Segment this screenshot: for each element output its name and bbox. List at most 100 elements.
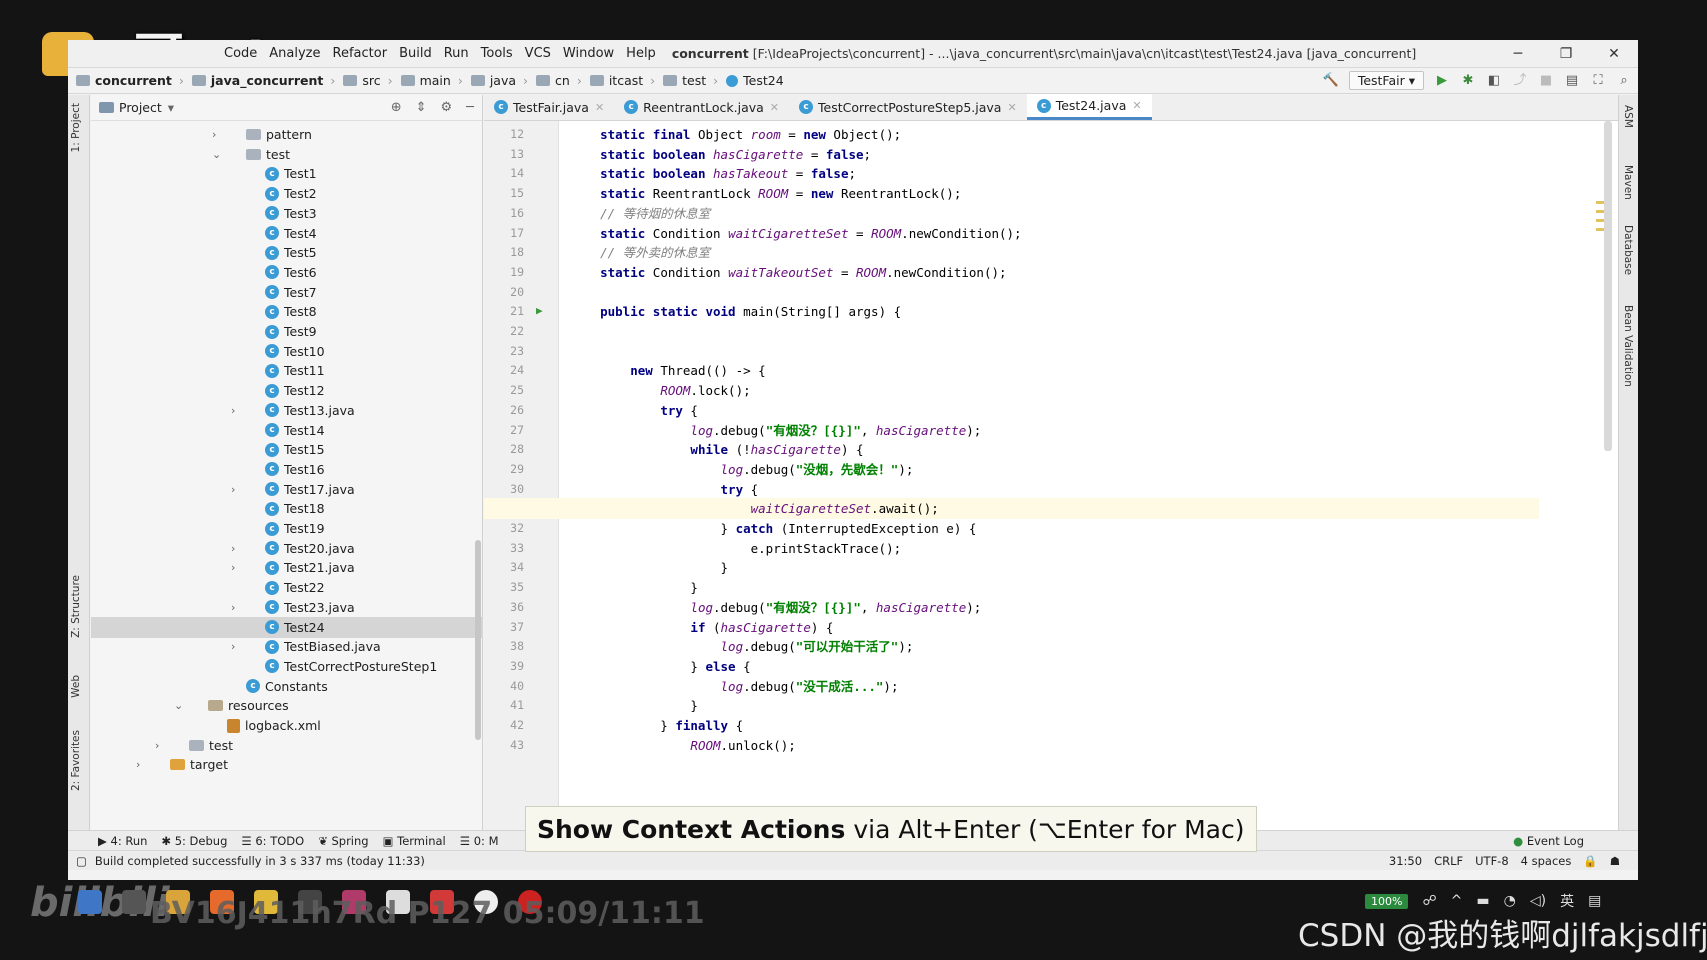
tree-item[interactable]: c Test4 [91,223,483,244]
gear-icon[interactable]: ⚙ [441,100,453,115]
tool-terminal-button[interactable]: ▣ Terminal [383,834,446,848]
code-line[interactable]: log.debug("有烟没？[{}]", hasCigarette); [484,597,1539,618]
breadcrumb-item[interactable]: itcast › [589,73,655,88]
close-tab-icon[interactable]: ✕ [1132,99,1141,112]
chevron-right-icon[interactable]: › [231,640,235,653]
menu-help[interactable]: Help [620,46,662,61]
code-line[interactable]: static ReentrantLock ROOM = new Reentran… [484,183,1539,204]
project-scrollbar[interactable] [475,540,481,740]
tool-messages-button[interactable]: ☰ 0: M [460,834,499,848]
hide-icon[interactable]: ─ [466,100,474,115]
tree-item[interactable]: c Test9 [91,321,483,342]
chevron-right-icon[interactable]: › [231,483,235,496]
code-line[interactable]: } [484,557,1539,578]
code-line[interactable]: ROOM.unlock(); [484,735,1539,756]
close-tab-icon[interactable]: ✕ [595,101,604,114]
notification-center-icon[interactable]: ▤ [1588,893,1601,909]
tool-debug-button[interactable]: ✱ 5: Debug [161,834,227,848]
tree-item[interactable]: c Test22 [91,577,483,598]
project-structure-icon[interactable]: ▤ [1564,73,1580,89]
people-icon[interactable]: ☍ [1422,893,1436,909]
tree-item[interactable]: c Test18 [91,498,483,519]
code-line[interactable]: log.debug("没烟，先歇会！"); [484,459,1539,480]
tree-item[interactable]: c Test1 [91,163,483,184]
code-line[interactable]: log.debug("有烟没？[{}]", hasCigarette); [484,420,1539,441]
editor-tab[interactable]: c TestCorrectPostureStep5.java ✕ [789,94,1027,120]
editor-scrollbar[interactable] [1604,121,1612,451]
code-area[interactable]: 12 13 14 15 16 17 18 19 20 21 ▶ 22 23 24 25 26 27 28 29 30 3… [484,121,1618,830]
indent-setting[interactable]: 4 spaces [1521,854,1572,868]
collapse-all-icon[interactable]: ⇕ [416,100,427,115]
code-line[interactable]: } catch (InterruptedException e) { [484,518,1539,539]
code-line[interactable]: } [484,695,1539,716]
battery-indicator[interactable]: 100% [1365,893,1409,909]
code-line[interactable]: ROOM.lock(); [484,380,1539,401]
chevron-down-icon[interactable]: ⌄ [174,699,183,712]
chevron-right-icon[interactable]: › [136,758,140,771]
tool-project-label[interactable]: 1: Project [70,103,82,152]
tool-todo-button[interactable]: ☰ 6: TODO [241,834,304,848]
breadcrumb-item[interactable]: cn › [536,73,582,88]
breadcrumb-item[interactable]: src › [343,73,393,88]
tree-item[interactable]: c Test7 [91,282,483,303]
code-line[interactable]: log.debug("可以开始干活了"); [484,636,1539,657]
tree-item[interactable]: c Constants [91,676,483,697]
tool-structure-label[interactable]: Z: Structure [70,575,82,638]
tree-item[interactable]: › c Test17.java [91,479,483,500]
caret-position[interactable]: 31:50 [1389,854,1422,868]
close-button[interactable]: ✕ [1590,40,1638,68]
tool-spring-button[interactable]: ❦ Spring [318,834,368,848]
fullscreen-icon[interactable]: ⛶ [1590,73,1606,89]
tree-item[interactable]: c TestCorrectPostureStep1 [91,656,483,677]
code-line[interactable]: log.debug("没干成活..."); [484,676,1539,697]
line-separator[interactable]: CRLF [1434,854,1463,868]
code-line[interactable]: static final Object room = new Object(); [484,124,1539,145]
run-config-select[interactable]: TestFair ▾ [1348,71,1424,90]
chevron-right-icon[interactable]: › [231,561,235,574]
tree-item[interactable]: c Test11 [91,360,483,381]
tree-item[interactable]: c Test2 [91,183,483,204]
file-encoding[interactable]: UTF-8 [1475,854,1509,868]
tree-item[interactable]: ⌄ test [91,144,483,165]
volume-icon[interactable]: ◁) [1530,893,1546,909]
code-line[interactable]: // 等外卖的休息室 [484,242,1539,263]
breadcrumb-item[interactable]: concurrent › [76,73,184,88]
network-icon[interactable]: ▬ [1476,893,1489,909]
tree-item[interactable]: › c TestBiased.java [91,636,483,657]
ime-indicator[interactable]: 英 [1560,891,1574,911]
code-line[interactable]: new Thread(() -> { [484,360,1539,381]
code-line[interactable]: } [484,577,1539,598]
chevron-down-icon[interactable]: ▾ [168,100,174,115]
chevron-up-icon[interactable]: ^ [1451,893,1463,909]
search-icon[interactable]: ⌕ [1616,73,1632,89]
chevron-right-icon[interactable]: › [212,128,216,141]
task-view-icon[interactable] [122,890,146,914]
windows-start-icon[interactable] [78,890,102,914]
code-line[interactable]: static Condition waitTakeoutSet = ROOM.n… [484,262,1539,283]
editor-tab[interactable]: c TestFair.java ✕ [484,94,614,120]
tree-item[interactable]: › target [91,754,483,775]
tree-item[interactable]: c Test6 [91,262,483,283]
run-icon[interactable]: ▶ [1434,73,1450,89]
coverage-icon[interactable]: ◧ [1486,73,1502,89]
tree-item[interactable]: c Test8 [91,301,483,322]
minimize-button[interactable]: ─ [1494,40,1542,68]
menu-run[interactable]: Run [438,46,475,61]
tree-item[interactable]: c Test12 [91,380,483,401]
tool-bean-validation-label[interactable]: Bean Validation [1622,305,1634,387]
code-line[interactable]: static boolean hasCigarette = false; [484,144,1539,165]
chevron-right-icon[interactable]: › [231,601,235,614]
breadcrumb-item[interactable]: java › [470,73,528,88]
tree-item[interactable]: c Test3 [91,203,483,224]
project-panel-title[interactable]: Project [119,100,162,115]
tree-item[interactable]: ⌄ resources [91,695,483,716]
code-line[interactable] [484,321,1539,342]
debug-icon[interactable]: ✱ [1460,73,1476,89]
editor-tab[interactable]: c Test24.java ✕ [1026,94,1152,120]
editor-tab[interactable]: c ReentrantLock.java ✕ [614,94,789,120]
tree-item[interactable]: › c Test20.java [91,538,483,559]
code-line[interactable]: // 等待烟的休息室 [484,203,1539,224]
code-line[interactable] [484,282,1539,303]
chevron-down-icon[interactable]: ⌄ [212,148,221,161]
wifi-icon[interactable]: ◔ [1504,893,1516,909]
